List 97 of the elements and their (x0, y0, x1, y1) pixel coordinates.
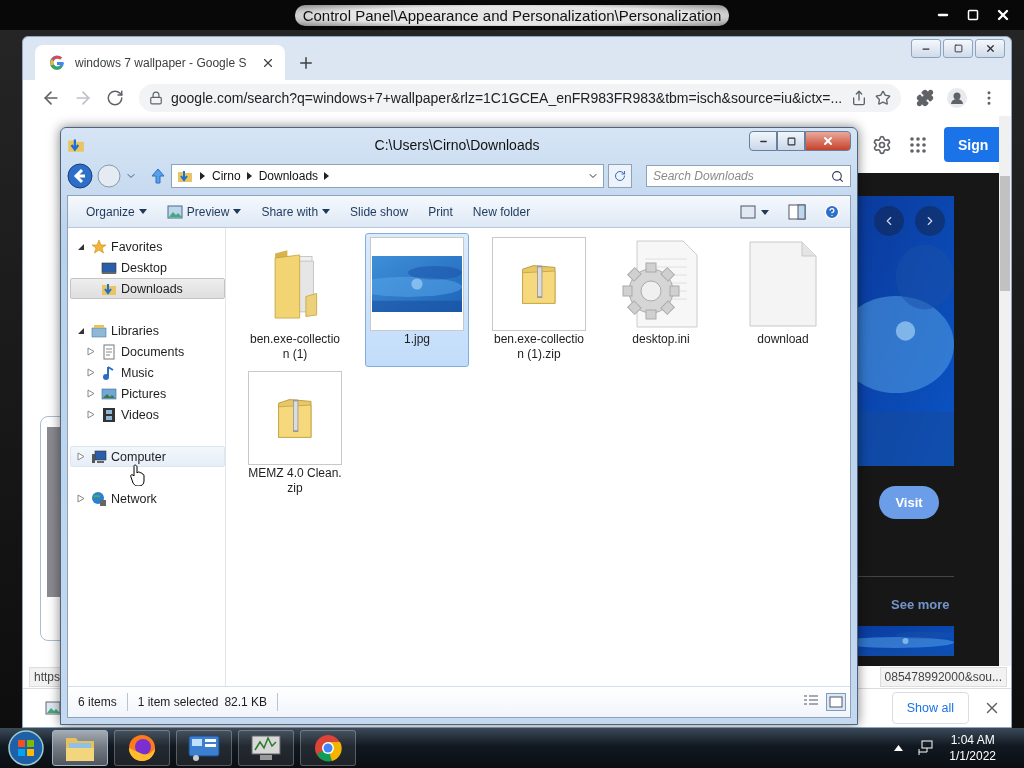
file-item[interactable]: desktop.ini (609, 233, 713, 367)
monitor-icon (250, 734, 282, 762)
expanded-arrow-icon[interactable] (77, 326, 85, 335)
tab-title: windows 7 wallpaper - Google S (75, 55, 248, 70)
refresh-button[interactable] (608, 164, 632, 188)
help-icon[interactable] (824, 203, 840, 220)
item-count: 6 items (78, 695, 117, 709)
back-button[interactable] (67, 163, 93, 189)
collapsed-arrow-icon[interactable] (87, 347, 95, 356)
breadcrumb-item[interactable]: Cirno (212, 169, 241, 183)
file-item[interactable]: MEMZ 4.0 Clean.zip (243, 367, 347, 501)
nav-item[interactable]: Videos (70, 404, 225, 425)
blank-file-icon (749, 241, 817, 327)
scrollbar[interactable] (999, 116, 1011, 666)
file-item[interactable]: download (731, 233, 835, 367)
apps-grid-icon[interactable] (910, 136, 926, 153)
preview-pane-icon[interactable] (788, 203, 806, 220)
close-button[interactable] (975, 39, 1005, 58)
collapsed-arrow-icon[interactable] (87, 368, 95, 377)
nav-item[interactable]: Pictures (70, 383, 225, 404)
status-url: 085478992000&sou... (879, 667, 1007, 687)
file-item[interactable]: ben.exe-collection (1).zip (487, 233, 591, 367)
selection-info: 1 item selected (137, 695, 219, 709)
toolbar-button[interactable]: New folder (464, 200, 539, 223)
address-field[interactable]: Cirno Downloads (171, 164, 604, 188)
nav-item[interactable]: Downloads (70, 278, 225, 299)
collapsed-arrow-icon[interactable] (77, 494, 85, 503)
refresh-icon[interactable] (614, 170, 626, 182)
caret-icon[interactable] (233, 209, 242, 214)
tray-arrow-icon[interactable] (894, 745, 904, 751)
network-icon (91, 490, 107, 507)
toolbar-button[interactable]: Slide show (342, 200, 417, 223)
caret-icon[interactable] (322, 209, 331, 214)
window-title: Control Panel\Appearance and Personalization\Personalization (294, 4, 730, 26)
reload-icon[interactable] (106, 89, 124, 107)
window-title: C:\Users\Cirno\Downloads (373, 136, 541, 153)
image-file-icon (45, 701, 61, 715)
sign-in-button[interactable]: Sign (944, 127, 999, 162)
bookmark-star-icon[interactable] (875, 90, 891, 106)
browser-icon (127, 733, 157, 763)
library-icon (91, 322, 107, 339)
settings-file-icon (621, 239, 701, 329)
computer-icon (91, 448, 107, 465)
lock-icon (149, 91, 163, 105)
search-field[interactable]: Search Downloads (646, 165, 851, 187)
document-icon (101, 343, 117, 360)
control-panel-icon (188, 734, 220, 762)
desktop-icon (101, 259, 117, 276)
image-icon[interactable] (166, 204, 183, 219)
nav-item[interactable]: Music (70, 362, 225, 383)
toolbar-button[interactable]: Organize (78, 200, 155, 223)
search-icon[interactable] (831, 169, 844, 183)
collapsed-arrow-icon[interactable] (77, 452, 85, 461)
puzzle-icon[interactable] (916, 89, 934, 107)
up-arrow-icon[interactable] (149, 167, 167, 185)
see-more-link[interactable]: See more (891, 597, 950, 612)
breadcrumb-arrow-icon[interactable] (324, 172, 331, 180)
nav-item[interactable]: Documents (70, 341, 225, 362)
caret-icon[interactable] (138, 209, 147, 214)
hand-cursor-icon (130, 464, 146, 486)
close-icon[interactable] (995, 7, 1011, 23)
nav-item[interactable]: Favorites (70, 236, 225, 257)
nav-item[interactable]: Desktop (70, 257, 225, 278)
pictures-icon (101, 385, 117, 402)
breadcrumb-arrow-icon[interactable] (246, 172, 253, 180)
breadcrumb-arrow-icon[interactable] (200, 172, 206, 180)
logo-icon (49, 54, 65, 71)
collapsed-arrow-icon[interactable] (87, 389, 95, 398)
nav-item[interactable]: Network (70, 488, 225, 509)
toolbar-button[interactable]: Preview (158, 200, 250, 223)
chrome-icon (313, 733, 343, 763)
close-icon[interactable] (984, 43, 996, 54)
network-icon[interactable] (917, 740, 936, 756)
view-options-icon[interactable] (740, 204, 770, 219)
address-bar[interactable]: google.com/search?q=windows+7+wallpaper&rlz=1C1GCEA_enFR983FR983&tbm=isch&source=iu&ictx=... (139, 84, 901, 112)
selection-size: 82.1 KB (224, 695, 268, 709)
settings-icon[interactable] (872, 134, 892, 155)
expanded-arrow-icon[interactable] (77, 242, 85, 251)
nav-item[interactable]: Computer (70, 446, 225, 467)
nav-item[interactable]: Libraries (70, 320, 225, 341)
toolbar-button[interactable]: Share with (253, 200, 339, 223)
show-all-button[interactable]: Show all (891, 692, 969, 724)
maximize-icon[interactable] (786, 136, 796, 146)
film-icon (101, 406, 117, 423)
search-input[interactable]: Search Downloads (653, 166, 831, 186)
toolbar-button[interactable]: Print (420, 200, 461, 223)
clock[interactable]: 1:04 AM 1/1/2022 (949, 732, 996, 764)
file-item[interactable]: ben.exe-collection (1) (243, 233, 347, 367)
download-folder-icon (176, 168, 194, 184)
share-icon[interactable] (851, 90, 867, 106)
breadcrumb-item[interactable]: Downloads (258, 169, 319, 183)
large-icons-view-icon[interactable] (826, 693, 846, 711)
start-button[interactable] (6, 728, 46, 768)
browser-tab[interactable]: windows 7 wallpaper - Google S (35, 45, 285, 80)
file-item[interactable]: 1.jpg (365, 233, 469, 367)
collapsed-arrow-icon[interactable] (87, 410, 95, 419)
star-icon (91, 238, 107, 255)
